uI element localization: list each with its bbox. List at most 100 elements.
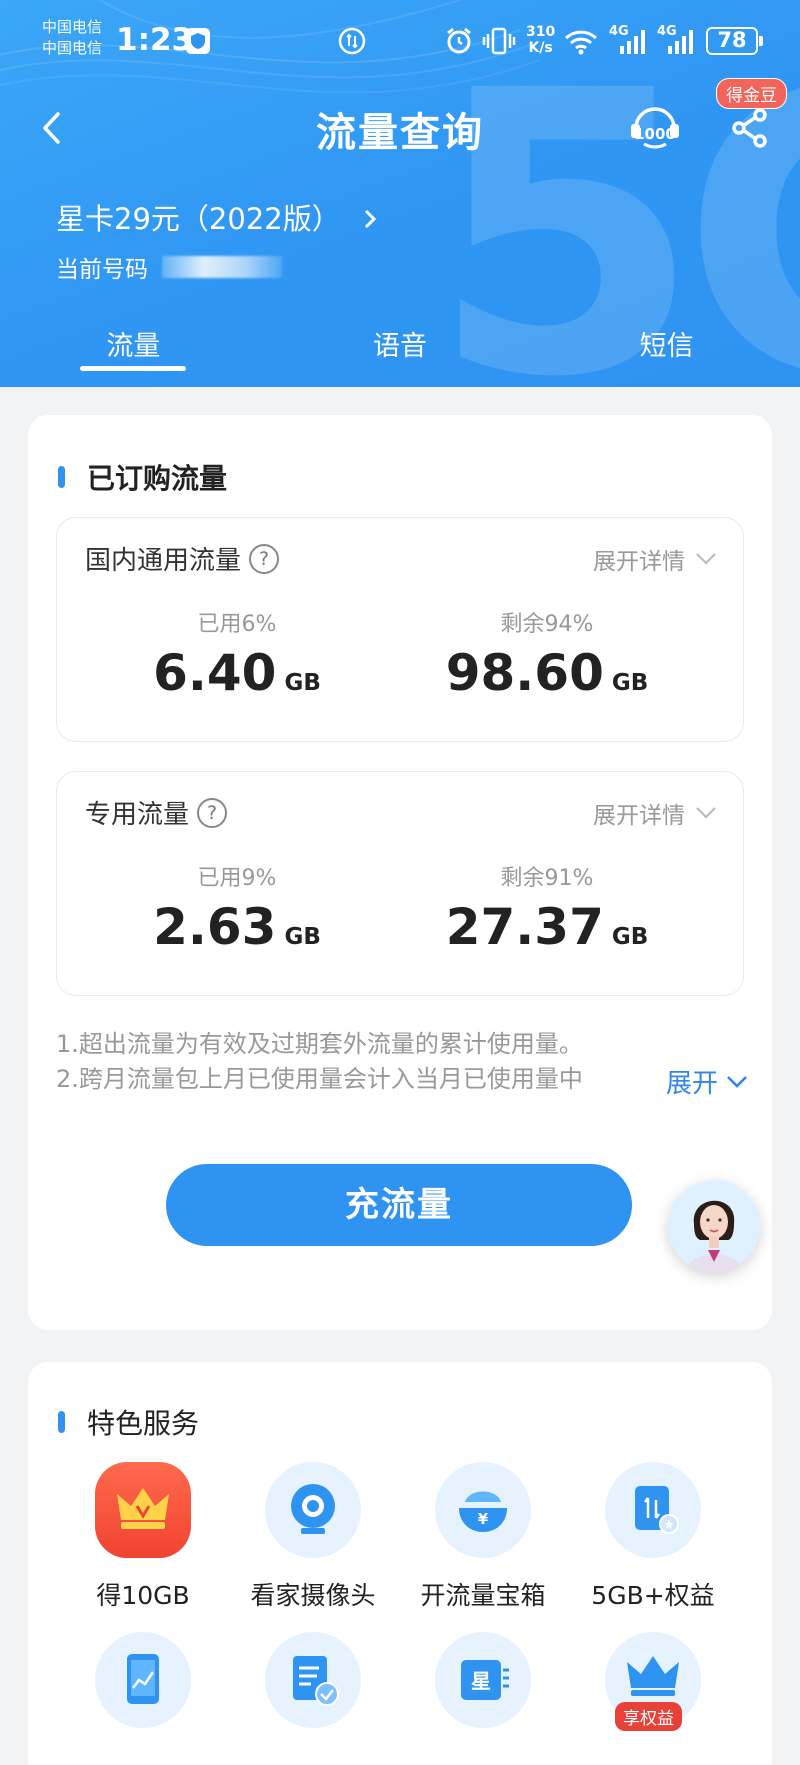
carrier-labels: 中国电信 中国电信 bbox=[42, 17, 102, 59]
data-sync-icon bbox=[338, 27, 366, 55]
phone-row: 当前号码 bbox=[56, 250, 282, 284]
remaining-value: 98.60 bbox=[445, 644, 604, 702]
used-label: 已用6% bbox=[197, 612, 277, 637]
note-1: 1.超出流量为有效及过期套外流量的累计使用量。 bbox=[56, 1030, 583, 1058]
tab-data[interactable]: 流量 bbox=[0, 318, 267, 387]
plan-name-link[interactable]: 星卡29元（2022版） bbox=[56, 196, 380, 238]
treasure-box-icon: ¥ bbox=[435, 1462, 531, 1558]
svg-text:¥: ¥ bbox=[478, 1510, 489, 1528]
vip-crown-icon: 享权益 bbox=[605, 1632, 701, 1731]
service-item-10gb[interactable]: 得10GB bbox=[58, 1462, 228, 1612]
tab-voice[interactable]: 语音 bbox=[267, 318, 534, 387]
share-icon[interactable] bbox=[730, 106, 770, 150]
unit: GB bbox=[284, 670, 321, 696]
dedicated-data-label: 专用流量 bbox=[85, 800, 190, 830]
help-icon[interactable]: ? bbox=[249, 543, 280, 574]
unit: GB bbox=[284, 924, 321, 950]
subscribed-data-card: 已订购流量 国内通用流量 ? 展开详情 已用6% 6.40 GB 剩余94% 98… bbox=[28, 415, 772, 1330]
service-item-vip[interactable]: 享权益 bbox=[568, 1632, 738, 1731]
shield-icon bbox=[186, 28, 210, 54]
remaining-label: 剩余94% bbox=[500, 612, 594, 637]
svg-text:星: 星 bbox=[471, 1669, 491, 1693]
customer-service-icon[interactable]: 1000 bbox=[628, 102, 682, 152]
used-stat: 已用9% 2.63 GB bbox=[87, 860, 387, 956]
used-value: 6.40 bbox=[153, 644, 277, 702]
expand-details-button[interactable]: 展开详情 bbox=[593, 796, 717, 830]
service-item-phone-chart[interactable] bbox=[58, 1632, 228, 1728]
service-item-star-card[interactable]: 星 bbox=[398, 1632, 568, 1728]
chevron-down-icon bbox=[696, 553, 716, 565]
chevron-right-icon bbox=[364, 209, 377, 229]
assistant-avatar[interactable] bbox=[668, 1180, 760, 1272]
signal-icon bbox=[620, 30, 645, 54]
carrier-2: 中国电信 bbox=[42, 39, 103, 57]
speed-unit: K/s bbox=[528, 40, 553, 56]
used-stat: 已用6% 6.40 GB bbox=[87, 606, 387, 702]
unit: GB bbox=[611, 924, 649, 950]
notes-expand-label: 展开 bbox=[665, 1069, 718, 1099]
chevron-down-icon bbox=[727, 1075, 747, 1088]
coin-badge[interactable]: 得金豆 bbox=[716, 78, 787, 109]
status-bar: 中国电信 中国电信 1:23 310 K/s 4G 4G 78 bbox=[0, 0, 800, 84]
header: 5G 中国电信 中国电信 1:23 310 K/s bbox=[0, 0, 800, 387]
title-accent-bar bbox=[58, 466, 65, 488]
network-speed: 310 K/s bbox=[526, 24, 555, 56]
used-label: 已用9% bbox=[197, 866, 277, 891]
wifi-icon bbox=[564, 30, 598, 55]
tab-bar: 流量 语音 短信 bbox=[0, 318, 800, 387]
subscribed-title: 已订购流量 bbox=[87, 462, 228, 495]
battery-indicator: 78 bbox=[706, 27, 763, 55]
tab-sms[interactable]: 短信 bbox=[533, 318, 800, 387]
help-icon[interactable]: ? bbox=[197, 797, 228, 828]
service-item-treasure-box[interactable]: ¥ 开流量宝箱 bbox=[398, 1462, 568, 1612]
expand-details-button[interactable]: 展开详情 bbox=[593, 542, 717, 576]
masked-phone-number bbox=[162, 256, 282, 278]
phone-label: 当前号码 bbox=[56, 257, 148, 283]
notes: 1.超出流量为有效及过期套外流量的累计使用量。 2.跨月流量包上月已使用量会计入… bbox=[56, 1027, 746, 1097]
star-card-icon: 星 bbox=[435, 1632, 531, 1728]
service-label: 开流量宝箱 bbox=[420, 1581, 546, 1610]
remaining-stat: 剩余94% 98.60 GB bbox=[397, 606, 697, 702]
remaining-stat: 剩余91% 27.37 GB bbox=[397, 860, 697, 956]
expand-details-label: 展开详情 bbox=[593, 549, 685, 575]
expand-details-label: 展开详情 bbox=[593, 803, 685, 829]
svg-text:1000: 1000 bbox=[634, 125, 676, 143]
crown-icon bbox=[95, 1462, 191, 1558]
section-title: 已订购流量 bbox=[58, 457, 227, 497]
alarm-icon bbox=[447, 27, 471, 54]
benefit-tag: 享权益 bbox=[615, 1702, 682, 1731]
service-item-5gb-benefit[interactable]: 5GB+权益 bbox=[568, 1462, 738, 1612]
notes-expand-button[interactable]: 展开 bbox=[643, 1063, 748, 1100]
phone-chart-icon bbox=[95, 1632, 191, 1728]
domestic-data-name: 国内通用流量 ? bbox=[85, 540, 280, 577]
service-label: 5GB+权益 bbox=[591, 1581, 715, 1610]
section-title: 特色服务 bbox=[58, 1402, 199, 1442]
dedicated-data-card: 专用流量 ? 展开详情 已用9% 2.63 GB 剩余91% 27.37 GB bbox=[56, 771, 744, 996]
service-item-camera[interactable]: 看家摄像头 bbox=[228, 1462, 398, 1612]
service-label: 得10GB bbox=[96, 1581, 190, 1610]
data-card-icon bbox=[605, 1462, 701, 1558]
domestic-data-label: 国内通用流量 bbox=[85, 546, 242, 576]
signal-icon-2 bbox=[668, 30, 693, 54]
speed-value: 310 bbox=[526, 24, 556, 40]
services-card: 特色服务 得10GB 看家摄像头 ¥ 开流量宝箱 5GB+权益 星 享权益 bbox=[28, 1362, 772, 1765]
plan-name: 星卡29元（2022版） bbox=[56, 202, 341, 236]
assistant-avatar-icon bbox=[668, 1180, 760, 1272]
note-2: 2.跨月流量包上月已使用量会计入当月已使用量中 bbox=[56, 1065, 583, 1093]
dedicated-data-name: 专用流量 ? bbox=[85, 794, 228, 831]
services-title: 特色服务 bbox=[87, 1407, 200, 1440]
remaining-value: 27.37 bbox=[445, 898, 604, 956]
clock: 1:23 bbox=[116, 22, 194, 58]
unit: GB bbox=[611, 670, 649, 696]
domestic-data-card: 国内通用流量 ? 展开详情 已用6% 6.40 GB 剩余94% 98.60 GB bbox=[56, 517, 744, 742]
vibrate-icon bbox=[482, 27, 516, 55]
service-item-document[interactable] bbox=[228, 1632, 398, 1728]
carrier-1: 中国电信 bbox=[42, 18, 103, 36]
used-value-row: 2.63 GB bbox=[87, 898, 387, 956]
chevron-down-icon bbox=[696, 807, 716, 819]
service-label: 看家摄像头 bbox=[250, 1581, 376, 1610]
document-check-icon bbox=[265, 1632, 361, 1728]
recharge-data-button[interactable]: 充流量 bbox=[166, 1164, 632, 1246]
used-value-row: 6.40 GB bbox=[87, 644, 387, 702]
remaining-value-row: 27.37 GB bbox=[397, 898, 697, 956]
